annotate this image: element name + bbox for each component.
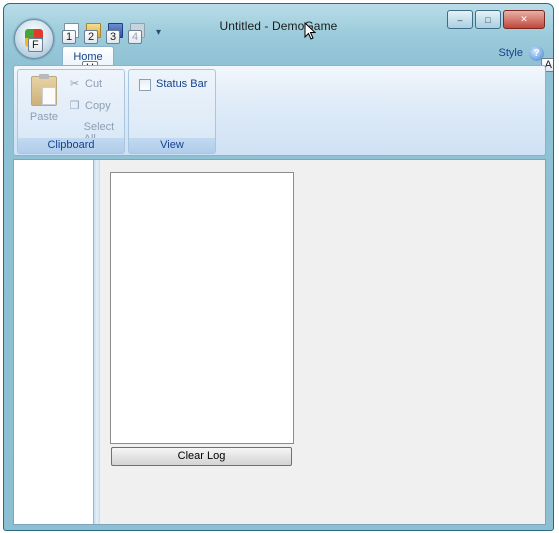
app-window: Untitled - DemoGame ‒ □ ✕ F 1 2 3 4 ▾ Ho…	[3, 3, 554, 531]
group-view: Status Bar View	[128, 69, 216, 154]
cut-button[interactable]: ✂ Cut	[68, 77, 103, 91]
clear-log-button[interactable]: Clear Log	[111, 447, 292, 466]
group-clipboard: Paste ✂ Cut ❐ Copy Select All Clipboard	[17, 69, 125, 154]
ribbon-tabs: Home H Style ? A	[4, 42, 553, 75]
left-pane	[14, 160, 94, 524]
cut-label: Cut	[85, 77, 103, 90]
quick-access-toolbar: 1 2 3 4 ▾	[62, 23, 161, 44]
window-controls: ‒ □ ✕	[447, 10, 545, 29]
copy-icon: ❐	[69, 100, 80, 112]
tab-home[interactable]: Home H	[62, 46, 114, 75]
status-bar-checkbox[interactable]	[139, 79, 151, 91]
group-label-clipboard: Clipboard	[18, 138, 124, 153]
style-menu[interactable]: Style	[499, 47, 523, 59]
scissors-icon: ✂	[69, 78, 80, 90]
qat-customize-icon[interactable]: ▾	[156, 27, 161, 38]
status-bar-label[interactable]: Status Bar	[156, 78, 207, 90]
paste-button[interactable]: Paste	[22, 74, 66, 123]
group-label-view: View	[129, 138, 215, 153]
ribbon: Paste ✂ Cut ❐ Copy Select All Clipboard …	[13, 65, 546, 156]
copy-label: Copy	[85, 99, 111, 112]
copy-button[interactable]: ❐ Copy	[68, 99, 111, 113]
qat-save-button[interactable]: 3	[106, 23, 124, 44]
log-area[interactable]	[110, 172, 294, 444]
application-button[interactable]: F	[14, 19, 54, 59]
paste-label: Paste	[29, 111, 59, 123]
close-button[interactable]: ✕	[503, 10, 545, 29]
maximize-button[interactable]: □	[475, 10, 501, 29]
pane-splitter[interactable]	[94, 160, 100, 524]
keytip-app: F	[28, 38, 43, 52]
qat-new-button[interactable]: 1	[62, 23, 80, 44]
qat-open-button[interactable]: 2	[84, 23, 102, 44]
main-content: Clear Log	[13, 159, 546, 525]
minimize-button[interactable]: ‒	[447, 10, 473, 29]
paste-icon	[31, 74, 57, 106]
qat-print-button[interactable]: 4	[128, 23, 146, 44]
